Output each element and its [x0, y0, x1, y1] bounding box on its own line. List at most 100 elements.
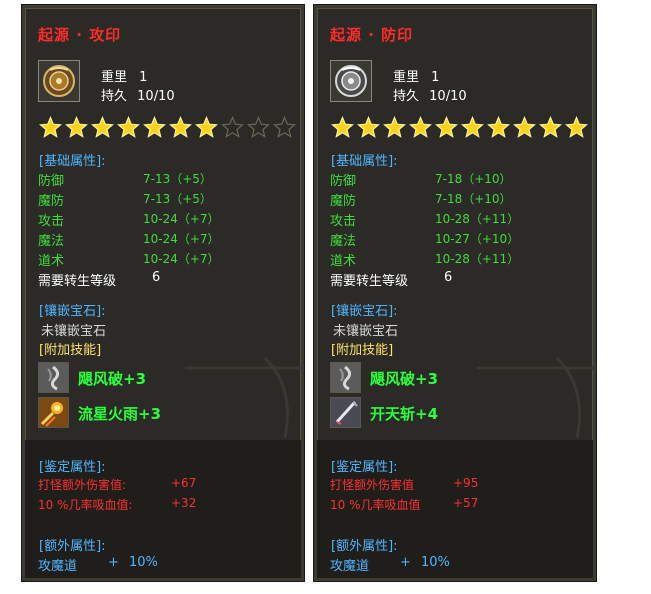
extra-attribute-value: 10%	[421, 555, 450, 570]
durability-line: 持久 10/10	[101, 85, 175, 104]
attr-value: 10-27（+10）	[435, 232, 520, 246]
base-attributes-label: [基础属性]:	[39, 154, 106, 169]
weight-line: 重里 1	[101, 66, 147, 85]
star-rating	[331, 116, 588, 139]
extra-attribute-name: 攻魔道	[38, 559, 78, 574]
extra-attributes-label: [额外属性]:	[331, 539, 398, 554]
attr-row: 攻击 10-28（+11）	[330, 210, 570, 230]
star-filled-icon	[169, 116, 192, 138]
skill-name: 飓风破+3	[78, 370, 147, 388]
attr-row: 魔法 10-24（+7）	[38, 230, 278, 250]
attr-row: 防御 7-13（+5）	[38, 170, 278, 190]
attr-name: 魔防	[38, 194, 65, 209]
star-filled-icon	[461, 116, 484, 138]
durability-label: 持久	[393, 89, 420, 104]
base-attributes-label: [基础属性]:	[331, 154, 398, 169]
extra-attribute-value: 10%	[129, 555, 158, 570]
star-filled-icon	[435, 116, 458, 138]
appraisal-row: 打怪额外伤害值: +67	[38, 476, 288, 493]
appraisal-value: +95	[453, 476, 479, 490]
attr-row: 道术 10-28（+11）	[330, 250, 570, 270]
star-empty-icon	[247, 116, 270, 138]
appraisal-label: [鉴定属性]:	[39, 460, 106, 475]
extra-attribute-row: 攻魔道 + 10%	[330, 555, 580, 574]
attr-value: 7-18（+10）	[435, 172, 512, 186]
required-rebirth-level: 需要转生等级 6	[330, 270, 452, 289]
gem-label: [镶嵌宝石]:	[39, 304, 106, 319]
appraisal-name: 打怪额外伤害值:	[38, 478, 127, 492]
extra-attribute-plus: +	[400, 555, 411, 570]
sky-slash-icon	[330, 397, 361, 428]
attr-name: 魔防	[330, 194, 357, 209]
appraisal-label: [鉴定属性]:	[331, 460, 398, 475]
wind-blade-icon	[38, 362, 69, 393]
gem-status: 未镶嵌宝石	[41, 324, 107, 339]
star-filled-icon	[565, 116, 588, 138]
appraisal-name: 10 %几率吸血值:	[38, 498, 133, 512]
star-rating	[39, 116, 296, 139]
attr-value: 10-24（+7）	[143, 232, 220, 246]
appraisal-name: 打怪额外伤害值	[330, 478, 415, 492]
skill-row: 开天斩+4	[330, 397, 580, 431]
appraisal-row: 10 %几率吸血值: +32	[38, 496, 288, 513]
attr-name: 道术	[330, 254, 357, 269]
weight-value: 1	[431, 70, 440, 85]
star-empty-icon	[221, 116, 244, 138]
star-filled-icon	[65, 116, 88, 138]
durability-label: 持久	[101, 89, 128, 104]
star-filled-icon	[195, 116, 218, 138]
required-rebirth-value: 6	[444, 270, 453, 285]
appraisal-name: 10 %几率吸血值	[330, 498, 421, 512]
item-title: 起源 · 攻印	[38, 26, 122, 44]
attr-row: 攻击 10-24（+7）	[38, 210, 278, 230]
required-rebirth-label: 需要转生等级	[330, 274, 409, 289]
weight-line: 重里 1	[393, 66, 439, 85]
star-filled-icon	[39, 116, 62, 138]
wind-blade-icon	[330, 362, 361, 393]
appraisal-value: +57	[453, 496, 479, 510]
item-tooltip-defense-seal: 起源 · 防印 重里 1 持久 10/10 [基础属性]: 防御 7-18（+10…	[314, 5, 596, 581]
star-empty-icon	[273, 116, 296, 138]
attr-row: 魔法 10-27（+10）	[330, 230, 570, 250]
skill-row: 飓风破+3	[330, 362, 580, 396]
extra-attribute-plus: +	[108, 555, 119, 570]
attr-value: 7-13（+5）	[143, 192, 212, 206]
star-filled-icon	[513, 116, 536, 138]
appraisal-row: 10 %几率吸血值 +57	[330, 496, 580, 513]
extra-attribute-row: 攻魔道 + 10%	[38, 555, 288, 574]
meteor-fire-icon	[38, 397, 69, 428]
star-filled-icon	[91, 116, 114, 138]
extra-skills-label: [附加技能]	[39, 343, 102, 358]
extra-attributes-label: [额外属性]:	[39, 539, 106, 554]
seal-item-icon	[330, 60, 372, 102]
durability-value: 10/10	[429, 89, 467, 104]
extra-skills-label: [附加技能]	[331, 343, 394, 358]
required-rebirth-level: 需要转生等级 6	[38, 270, 160, 289]
attr-value: 7-13（+5）	[143, 172, 212, 186]
appraisal-value: +32	[171, 496, 197, 510]
star-filled-icon	[143, 116, 166, 138]
attr-name: 道术	[38, 254, 65, 269]
attr-row: 魔防 7-13（+5）	[38, 190, 278, 210]
gem-status: 未镶嵌宝石	[333, 324, 399, 339]
attr-name: 攻击	[38, 214, 65, 229]
skill-name: 飓风破+3	[370, 370, 439, 388]
attr-value: 10-24（+7）	[143, 252, 220, 266]
star-filled-icon	[357, 116, 380, 138]
required-rebirth-label: 需要转生等级	[38, 274, 117, 289]
attr-name: 防御	[38, 174, 65, 189]
seal-item-icon	[38, 60, 80, 102]
appraisal-row: 打怪额外伤害值 +95	[330, 476, 580, 493]
attr-name: 防御	[330, 174, 357, 189]
star-filled-icon	[487, 116, 510, 138]
extra-attribute-name: 攻魔道	[330, 559, 370, 574]
item-title: 起源 · 防印	[330, 26, 414, 44]
star-filled-icon	[331, 116, 354, 138]
durability-line: 持久 10/10	[393, 85, 467, 104]
star-filled-icon	[383, 116, 406, 138]
attr-row: 魔防 7-18（+10）	[330, 190, 570, 210]
weight-label: 重里	[101, 70, 128, 85]
attr-name: 攻击	[330, 214, 357, 229]
star-filled-icon	[539, 116, 562, 138]
attr-value: 10-28（+11）	[435, 252, 520, 266]
